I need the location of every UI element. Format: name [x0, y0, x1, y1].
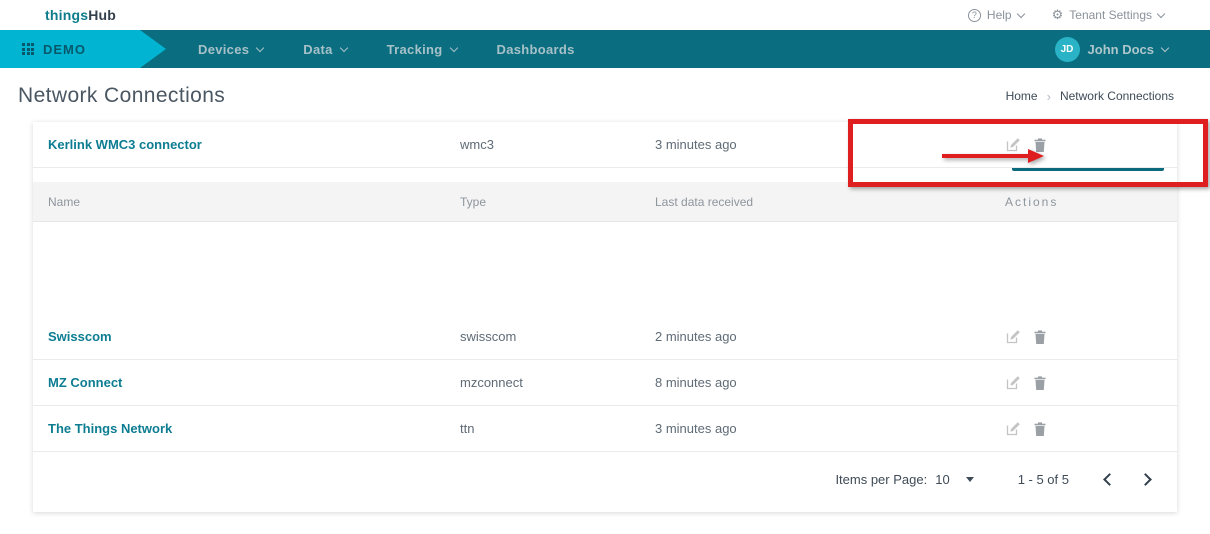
nav-items: Devices Data Tracking Dashboards	[198, 42, 575, 57]
chevron-down-icon	[1161, 43, 1169, 51]
nav-item-label: Data	[303, 42, 332, 57]
topbar-links: Help ⚙ Tenant Settings	[968, 8, 1164, 22]
row-actions	[1005, 329, 1177, 345]
avatar: JD	[1055, 37, 1080, 62]
nav-item-label: Tracking	[387, 42, 443, 57]
grid-icon	[22, 43, 34, 55]
help-label: Help	[987, 8, 1012, 22]
edit-icon[interactable]	[1005, 329, 1021, 345]
row-actions	[1005, 137, 1177, 153]
chevron-down-icon	[1016, 9, 1024, 17]
connection-type: ttn	[460, 421, 655, 436]
nav-item-dashboards[interactable]: Dashboards	[497, 42, 575, 57]
breadcrumb: Home Network Connections	[1006, 89, 1174, 104]
nav-item-label: Dashboards	[497, 42, 575, 57]
dropdown-arrow-icon	[966, 477, 974, 482]
connection-last-data: 8 minutes ago	[655, 375, 1005, 390]
next-page-button[interactable]	[1137, 470, 1155, 488]
connection-last-data: 2 minutes ago	[655, 329, 1005, 344]
connection-type: swisscom	[460, 329, 655, 344]
row-actions	[1005, 421, 1177, 437]
logo-part-hub: Hub	[88, 7, 116, 23]
table-header-row: Name Type Last data received Actions	[33, 182, 1177, 222]
edit-icon[interactable]	[1005, 137, 1021, 153]
chevron-down-icon	[449, 43, 457, 51]
delete-icon[interactable]	[1032, 137, 1048, 153]
table-row: Kerlink WMC3 connector wmc3 3 minutes ag…	[33, 122, 1177, 168]
page-header: Network Connections Home Network Connect…	[0, 84, 1210, 108]
page-title: Network Connections	[18, 84, 225, 108]
delete-icon[interactable]	[1032, 375, 1048, 391]
user-name: John Docs	[1088, 42, 1154, 57]
items-per-page-select[interactable]: 10	[935, 472, 973, 487]
nav-item-data[interactable]: Data	[303, 42, 346, 57]
previous-page-button[interactable]	[1099, 470, 1117, 488]
connection-last-data: 3 minutes ago	[655, 421, 1005, 436]
chevron-down-icon	[339, 43, 347, 51]
items-per-page-label: Items per Page:	[835, 472, 927, 487]
help-icon	[968, 9, 981, 22]
connection-last-data: 3 minutes ago	[655, 137, 1005, 152]
column-header-last-data: Last data received	[655, 195, 1005, 209]
table-row: Swisscom swisscom 2 minutes ago	[33, 314, 1177, 360]
gear-icon: ⚙	[1052, 9, 1064, 22]
edit-icon[interactable]	[1005, 375, 1021, 391]
main-navbar: DEMO Devices Data Tracking Dashboards JD…	[0, 30, 1210, 68]
tenant-settings-label: Tenant Settings	[1069, 8, 1152, 22]
breadcrumb-separator-icon	[1047, 89, 1051, 104]
column-header-actions: Actions	[1005, 195, 1177, 209]
edit-icon[interactable]	[1005, 421, 1021, 437]
logo-part-things: things	[45, 7, 88, 23]
tenant-switcher[interactable]: DEMO	[0, 30, 140, 68]
connection-type: wmc3	[460, 137, 655, 152]
pagination: Items per Page: 10 1 - 5 of 5	[835, 470, 1155, 488]
tenant-settings-menu[interactable]: ⚙ Tenant Settings	[1052, 8, 1164, 22]
connection-name-link[interactable]: MZ Connect	[48, 375, 460, 390]
network-connections-card: Connect IoT Network Name Type Last data …	[33, 122, 1177, 512]
pagination-range: 1 - 5 of 5	[1018, 472, 1069, 487]
connection-name-link[interactable]: Swisscom	[48, 329, 460, 344]
chevron-down-icon	[1157, 9, 1165, 17]
connection-name-link[interactable]: The Things Network	[48, 421, 460, 436]
row-actions	[1005, 375, 1177, 391]
connection-name-link[interactable]: Kerlink WMC3 connector	[48, 137, 460, 152]
nav-item-tracking[interactable]: Tracking	[387, 42, 457, 57]
table-row: The Things Network ttn 3 minutes ago	[33, 406, 1177, 452]
connection-type: mzconnect	[460, 375, 655, 390]
items-per-page-value: 10	[935, 472, 949, 487]
tenant-label: DEMO	[43, 42, 86, 57]
table-row: MZ Connect mzconnect 8 minutes ago	[33, 360, 1177, 406]
topbar: thingsHub Help ⚙ Tenant Settings	[0, 0, 1210, 30]
delete-icon[interactable]	[1032, 329, 1048, 345]
breadcrumb-current: Network Connections	[1060, 89, 1174, 103]
help-menu[interactable]: Help	[968, 8, 1024, 22]
delete-icon[interactable]	[1032, 421, 1048, 437]
user-menu[interactable]: JD John Docs	[1055, 37, 1168, 62]
nav-item-devices[interactable]: Devices	[198, 42, 263, 57]
breadcrumb-home[interactable]: Home	[1006, 89, 1038, 103]
column-header-type: Type	[460, 195, 655, 209]
app-logo[interactable]: thingsHub	[45, 7, 116, 23]
tenant-arrow-decoration	[140, 30, 166, 68]
nav-item-label: Devices	[198, 42, 249, 57]
pagination-controls	[1099, 470, 1155, 488]
chevron-down-icon	[256, 43, 264, 51]
column-header-name: Name	[48, 195, 460, 209]
